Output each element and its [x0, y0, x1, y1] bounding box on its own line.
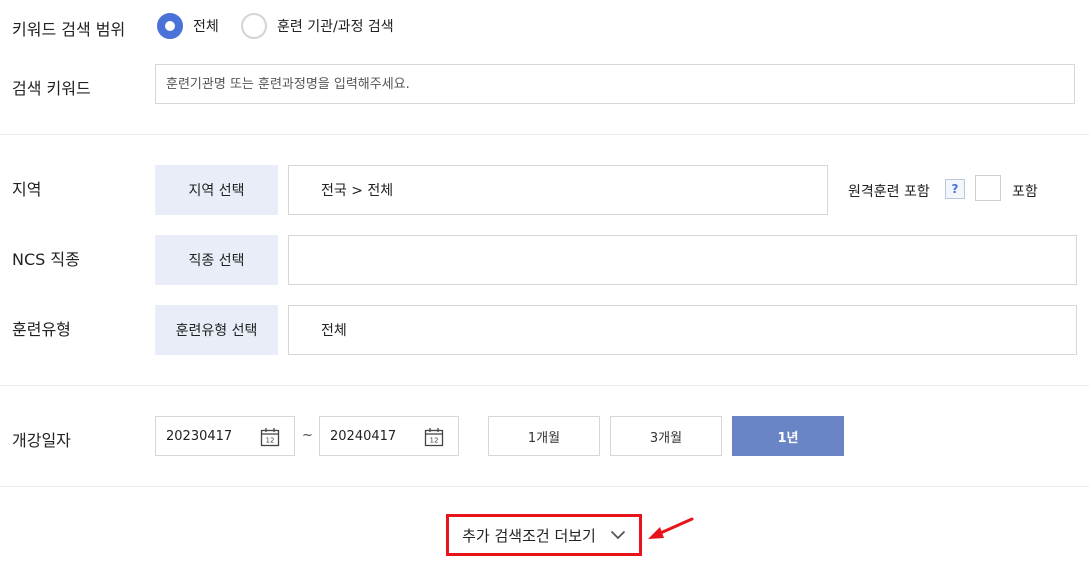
region-value-field[interactable]: 전국 > 전체 — [288, 165, 828, 215]
end-date-field[interactable]: 20240417 12 — [319, 416, 459, 456]
training-type-select-button[interactable]: 훈련유형 선택 — [155, 305, 278, 355]
period-1-month-button[interactable]: 1개월 — [488, 416, 600, 456]
red-arrow-annotation-icon — [648, 517, 694, 539]
help-icon[interactable]: ? — [945, 179, 965, 199]
radio-scope-institution-label: 훈련 기관/과정 검색 — [277, 19, 394, 35]
remote-include-checkbox[interactable] — [975, 175, 1001, 201]
radio-scope-all[interactable]: 전체 — [157, 13, 219, 39]
section-divider-2 — [0, 385, 1089, 386]
radio-unchecked-icon[interactable] — [241, 13, 267, 39]
date-range-separator: ~ — [302, 428, 313, 443]
ncs-label: NCS 직종 — [12, 250, 80, 269]
training-type-value-field[interactable]: 전체 — [288, 305, 1077, 355]
region-value-text: 전국 > 전체 — [321, 183, 394, 199]
search-keyword-input[interactable] — [155, 64, 1075, 104]
search-keyword-label: 검색 키워드 — [12, 79, 91, 98]
calendar-icon[interactable]: 12 — [424, 427, 444, 447]
radio-scope-all-label: 전체 — [193, 19, 219, 35]
ncs-select-button[interactable]: 직종 선택 — [155, 235, 278, 285]
radio-scope-institution[interactable]: 훈련 기관/과정 검색 — [241, 13, 394, 39]
region-select-button[interactable]: 지역 선택 — [155, 165, 278, 215]
calendar-icon[interactable]: 12 — [260, 427, 280, 447]
more-conditions-button[interactable]: 추가 검색조건 더보기 — [446, 514, 642, 556]
svg-text:12: 12 — [430, 437, 439, 445]
open-date-label: 개강일자 — [12, 431, 71, 450]
period-1-year-button[interactable]: 1년 — [732, 416, 844, 456]
start-date-field[interactable]: 20230417 12 — [155, 416, 295, 456]
end-date-text: 20240417 — [330, 428, 397, 444]
section-divider-3 — [0, 486, 1089, 487]
keyword-scope-label: 키워드 검색 범위 — [12, 20, 126, 39]
start-date-text: 20230417 — [166, 428, 233, 444]
more-conditions-label: 추가 검색조건 더보기 — [462, 526, 596, 545]
remote-training-label: 원격훈련 포함 — [848, 184, 930, 200]
svg-text:12: 12 — [266, 437, 275, 445]
section-divider-1 — [0, 134, 1089, 135]
remote-include-label: 포함 — [1012, 184, 1038, 200]
training-type-label: 훈련유형 — [12, 320, 71, 339]
region-label: 지역 — [12, 180, 42, 199]
ncs-value-field[interactable] — [288, 235, 1077, 285]
period-3-months-button[interactable]: 3개월 — [610, 416, 722, 456]
radio-checked-icon[interactable] — [157, 13, 183, 39]
chevron-down-icon — [610, 530, 626, 540]
training-type-value-text: 전체 — [321, 323, 347, 339]
